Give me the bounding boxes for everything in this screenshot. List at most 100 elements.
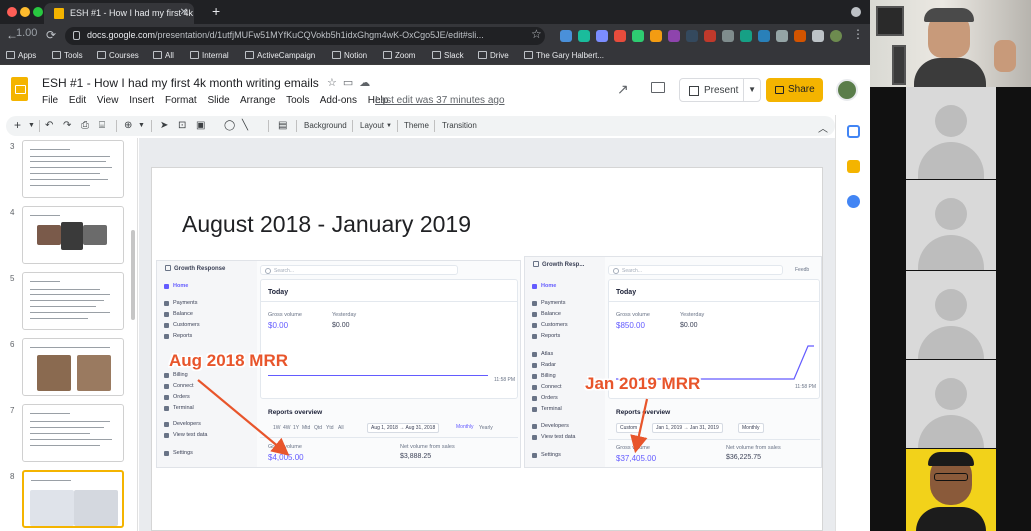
new-slide-dropdown-icon[interactable]: ▼ (28, 122, 35, 129)
text-box-icon[interactable]: ⊡ (178, 120, 186, 131)
present-dropdown-icon[interactable]: ▼ (748, 85, 756, 94)
avatar[interactable] (836, 79, 858, 101)
menu-tools[interactable]: Tools (286, 95, 309, 106)
bookmark-courses[interactable]: Courses (97, 51, 139, 60)
layout-button[interactable]: Layout (360, 121, 384, 130)
cloud-status-icon[interactable]: ☁ (359, 77, 376, 89)
zoom-dropdown-icon[interactable]: ▼ (138, 122, 145, 129)
add-comment-icon[interactable]: ▤ (278, 120, 287, 131)
new-slide-icon[interactable]: + (14, 118, 21, 132)
extension-icon[interactable] (686, 30, 698, 42)
bookmark-internal[interactable]: Internal (190, 51, 229, 60)
last-edit-link[interactable]: Last edit was 37 minutes ago (375, 95, 505, 106)
layout-dropdown-icon[interactable]: ▼ (386, 123, 392, 129)
slide-thumbnail-selected[interactable] (22, 470, 124, 528)
bookmark-tools[interactable]: Tools (52, 51, 83, 60)
extension-icon[interactable] (632, 30, 644, 42)
jan-2019-mrr-callout[interactable]: Jan 2019 MRR (585, 374, 700, 394)
extension-icon[interactable] (758, 30, 770, 42)
extension-icon[interactable] (740, 30, 752, 42)
bookmark-notion[interactable]: Notion (332, 51, 367, 60)
comments-icon[interactable] (651, 82, 665, 93)
transition-button[interactable]: Transition (442, 121, 477, 130)
extension-icon[interactable] (560, 30, 572, 42)
keep-icon[interactable] (847, 160, 860, 173)
paint-format-icon[interactable]: ⌸ (99, 120, 105, 131)
extension-icon[interactable] (704, 30, 716, 42)
participant-tile[interactable] (906, 87, 996, 179)
bookmark-drive[interactable]: Drive (478, 51, 509, 60)
maximize-window-icon[interactable] (33, 7, 43, 17)
extension-icon[interactable] (668, 30, 680, 42)
menu-view[interactable]: View (97, 95, 119, 106)
menu-format[interactable]: Format (165, 95, 197, 106)
bookmark-all[interactable]: All (153, 51, 174, 60)
menu-arrange[interactable]: Arrange (240, 95, 276, 106)
filmstrip-scrollbar[interactable] (131, 230, 135, 320)
bookmark-zoom[interactable]: Zoom (383, 51, 415, 60)
aug-2018-mrr-callout[interactable]: Aug 2018 MRR (169, 351, 288, 371)
bookmark-gary-halbert[interactable]: The Gary Halbert... (524, 51, 604, 60)
participant-tile[interactable] (906, 271, 996, 359)
slide-thumbnail[interactable] (22, 140, 124, 198)
line-icon[interactable]: ╲ (242, 120, 248, 131)
extension-icon[interactable] (578, 30, 590, 42)
browser-tab[interactable]: ESH #1 - How I had my first 4k ✕ (44, 3, 194, 24)
star-icon[interactable]: ☆ (327, 77, 343, 89)
move-folder-icon[interactable]: ▭ (343, 77, 359, 89)
tasks-icon[interactable] (847, 195, 860, 208)
bookmark-star-icon[interactable]: ☆ (531, 27, 542, 41)
new-tab-icon[interactable]: + (212, 3, 220, 19)
image-icon[interactable]: ▣ (196, 120, 205, 131)
extension-icon[interactable] (722, 30, 734, 42)
bookmark-slack[interactable]: Slack (432, 51, 464, 60)
folder-icon (97, 51, 106, 59)
menu-slide[interactable]: Slide (207, 95, 229, 106)
presenter-cap (924, 8, 974, 22)
slides-logo-icon[interactable] (11, 77, 28, 101)
extension-icon[interactable] (596, 30, 608, 42)
menu-add-ons[interactable]: Add-ons (320, 95, 357, 106)
print-icon[interactable]: ⎙ (81, 120, 89, 131)
shape-icon[interactable]: ◯ (224, 120, 235, 131)
browser-profile-icon[interactable] (851, 7, 861, 17)
background-button[interactable]: Background (304, 121, 347, 130)
close-tab-icon[interactable]: ✕ (180, 7, 188, 18)
theme-button[interactable]: Theme (404, 121, 429, 130)
participant-tile[interactable] (906, 180, 996, 270)
slide-thumbnail[interactable] (22, 404, 124, 462)
browser-menu-icon[interactable]: ⋮ (852, 27, 864, 41)
activity-trend-icon[interactable]: ↗ (617, 81, 629, 98)
menu-edit[interactable]: Edit (69, 95, 86, 106)
minimize-window-icon[interactable] (20, 7, 30, 17)
document-title[interactable]: ESH #1 - How I had my first 4k month wri… (42, 76, 319, 90)
undo-icon[interactable]: ↶ (45, 120, 53, 131)
menu-file[interactable]: File (42, 95, 58, 106)
address-bar[interactable]: docs.google.com/presentation/d/1utfjMUFw… (65, 27, 545, 45)
calendar-icon[interactable] (847, 125, 860, 138)
participant-tile[interactable] (906, 360, 996, 448)
extensions-puzzle-icon[interactable] (812, 30, 824, 42)
slide-thumbnail[interactable] (22, 272, 124, 330)
extension-icon[interactable] (614, 30, 626, 42)
extension-icon[interactable] (794, 30, 806, 42)
close-window-icon[interactable] (7, 7, 17, 17)
redo-icon[interactable]: ↷ (63, 120, 71, 131)
zoom-icon[interactable]: ⊕ (124, 120, 132, 131)
slide-thumbnail[interactable] (22, 206, 124, 264)
bookmark-activecampaign[interactable]: ActiveCampaign (245, 51, 315, 60)
share-button[interactable]: Share (766, 78, 823, 102)
extension-icon[interactable] (650, 30, 662, 42)
extension-icon[interactable] (776, 30, 788, 42)
participant-video-tile[interactable] (906, 449, 996, 531)
select-cursor-icon[interactable]: ➤ (160, 120, 168, 131)
profile-avatar-icon[interactable] (830, 30, 842, 42)
collapse-toolbar-icon[interactable]: ︿ (818, 120, 828, 135)
present-button[interactable]: Present ▼ (679, 78, 761, 102)
slide-thumbnail[interactable] (22, 338, 124, 396)
menu-insert[interactable]: Insert (129, 95, 154, 106)
reload-icon[interactable]: ⟳ (46, 28, 56, 42)
bookmark-apps[interactable]: Apps (6, 51, 36, 60)
apps-grid-icon (6, 51, 15, 59)
current-slide[interactable]: August 2018 - January 2019 Growth Respon… (151, 167, 823, 531)
